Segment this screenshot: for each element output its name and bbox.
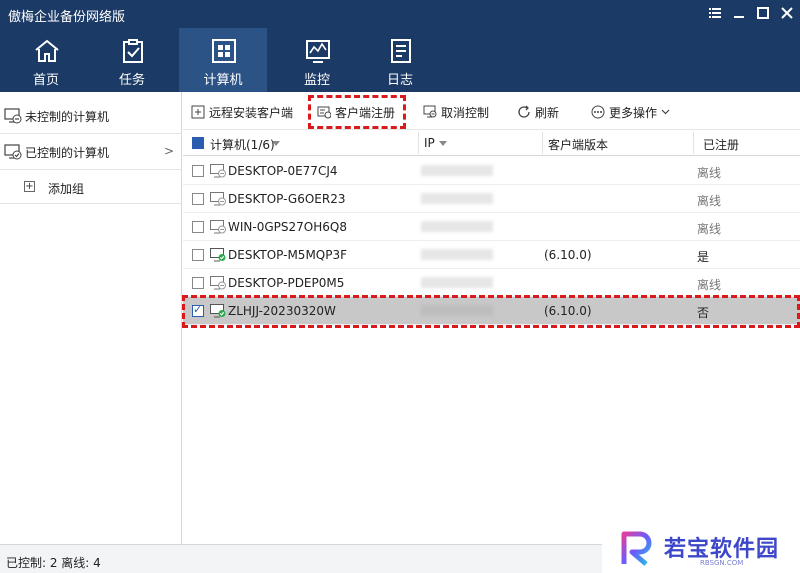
row-checkbox[interactable] xyxy=(192,221,204,233)
tab-monitor-label: 监控 xyxy=(303,73,330,88)
title-bar: 傲梅企业备份网络版 xyxy=(0,0,800,28)
col-ip[interactable]: IP xyxy=(424,136,435,150)
computer-name: WIN-0GPS27OH6Q8 xyxy=(228,220,347,234)
more-dots-icon xyxy=(591,105,605,119)
ip-address-redacted xyxy=(421,193,493,204)
tab-task-label: 任务 xyxy=(118,73,145,88)
computer-offline-icon xyxy=(210,276,226,290)
computer-name: DESKTOP-PDEP0M5 xyxy=(228,276,345,290)
refresh-button[interactable]: 刷新 xyxy=(517,102,559,122)
column-divider[interactable] xyxy=(418,132,419,154)
close-icon[interactable] xyxy=(778,4,796,22)
table-row[interactable]: DESKTOP-M5MQP3F (6.10.0) 是 xyxy=(183,241,800,269)
sidebar-item-label: 未控制的计算机 xyxy=(25,110,110,124)
remote-install-button[interactable]: 远程安装客户端 xyxy=(191,102,293,122)
col-client-version[interactable]: 客户端版本 xyxy=(548,136,608,153)
minimize-icon[interactable] xyxy=(730,4,748,22)
chevron-right-icon[interactable]: > xyxy=(164,144,174,158)
highlight-selected-row xyxy=(182,295,800,328)
computer-minus-icon xyxy=(423,105,437,118)
chevron-down-icon xyxy=(661,109,670,115)
registered-status: 离线 xyxy=(697,166,722,180)
sidebar-item-uncontrolled[interactable]: 未控制的计算机 xyxy=(0,98,182,134)
table-header: 计算机(1/6) IP 客户端版本 已注册 xyxy=(183,130,800,156)
ip-address-redacted xyxy=(421,277,493,288)
select-all-checkbox[interactable] xyxy=(192,137,204,149)
tab-home-label: 首页 xyxy=(32,73,59,88)
computer-minus-icon xyxy=(4,108,22,124)
column-divider[interactable] xyxy=(693,132,694,154)
tab-home[interactable]: 首页 xyxy=(2,28,90,92)
computer-offline-icon xyxy=(210,164,226,178)
sidebar-item-label: 已控制的计算机 xyxy=(25,146,110,160)
home-icon xyxy=(35,39,59,62)
computer-online-icon xyxy=(210,248,226,262)
tab-log-label: 日志 xyxy=(386,73,413,88)
computer-name: DESKTOP-0E77CJ4 xyxy=(228,164,338,178)
maximize-icon[interactable] xyxy=(754,4,772,22)
more-actions-label: 更多操作 xyxy=(609,105,658,120)
computer-check-icon xyxy=(4,144,22,160)
refresh-icon xyxy=(518,105,530,118)
table-row[interactable]: DESKTOP-PDEP0M5 离线 xyxy=(183,269,800,297)
sidebar-item-controlled[interactable]: 已控制的计算机 > xyxy=(0,134,182,170)
plus-icon: + xyxy=(24,181,35,192)
sort-down-icon[interactable] xyxy=(439,141,447,146)
computer-offline-icon xyxy=(210,220,226,234)
computer-name: DESKTOP-M5MQP3F xyxy=(228,248,348,262)
registered-status: 离线 xyxy=(697,194,722,208)
row-checkbox[interactable] xyxy=(192,165,204,177)
watermark-logo-icon xyxy=(621,531,652,566)
add-group-button[interactable]: + 添加组 xyxy=(0,170,182,204)
app-title: 傲梅企业备份网络版 xyxy=(8,10,126,25)
row-checkbox[interactable] xyxy=(192,277,204,289)
tab-computer[interactable]: 计算机 xyxy=(179,28,267,92)
row-checkbox[interactable] xyxy=(192,249,204,261)
remote-install-label: 远程安装客户端 xyxy=(209,105,294,120)
toolbar: 远程安装客户端 客户端注册 取消控制 刷新 更多操作 xyxy=(183,92,800,130)
more-actions-button[interactable]: 更多操作 xyxy=(591,102,670,122)
computer-offline-icon xyxy=(210,192,226,206)
refresh-label: 刷新 xyxy=(535,105,560,120)
row-checkbox[interactable] xyxy=(192,193,204,205)
windows-icon xyxy=(212,39,236,63)
sort-down-icon[interactable] xyxy=(272,141,280,146)
ip-address-redacted xyxy=(421,249,493,260)
table-row[interactable]: DESKTOP-G6OER23 离线 xyxy=(183,185,800,213)
registered-status: 离线 xyxy=(697,222,722,236)
tab-computer-label: 计算机 xyxy=(203,73,243,88)
menu-icon[interactable] xyxy=(706,4,724,22)
computer-group-panel: 未控制的计算机 已控制的计算机 > + 添加组 xyxy=(0,92,182,544)
monitor-chart-icon xyxy=(306,40,330,63)
highlight-client-register xyxy=(308,95,406,129)
watermark: 若宝软件园 RBSGN.COM xyxy=(602,526,800,573)
table-row[interactable]: DESKTOP-0E77CJ4 离线 xyxy=(183,157,800,185)
install-icon xyxy=(191,105,205,119)
col-computer[interactable]: 计算机(1/6) xyxy=(210,136,275,153)
status-text: 已控制: 2 离线: 4 xyxy=(6,556,101,570)
registered-status: 离线 xyxy=(697,278,722,292)
window-controls xyxy=(706,4,796,22)
ip-address-redacted xyxy=(421,221,493,232)
cancel-control-button[interactable]: 取消控制 xyxy=(423,102,489,122)
watermark-subtext: RBSGN.COM xyxy=(700,559,744,567)
tab-monitor[interactable]: 监控 xyxy=(273,28,361,92)
main-nav: 首页 任务 计算机 监控 日志 xyxy=(0,28,800,92)
column-divider[interactable] xyxy=(542,132,543,154)
task-clipboard-icon xyxy=(123,39,143,63)
registered-status: 是 xyxy=(697,250,710,264)
tab-task[interactable]: 任务 xyxy=(88,28,176,92)
computer-name: DESKTOP-G6OER23 xyxy=(228,192,346,206)
tab-log[interactable]: 日志 xyxy=(356,28,444,92)
col-registered[interactable]: 已注册 xyxy=(703,136,739,153)
table-row[interactable]: WIN-0GPS27OH6Q8 离线 xyxy=(183,213,800,241)
client-version: (6.10.0) xyxy=(544,248,592,262)
add-group-label: 添加组 xyxy=(48,182,85,196)
cancel-control-label: 取消控制 xyxy=(441,105,490,120)
log-icon xyxy=(391,39,411,63)
ip-address-redacted xyxy=(421,165,493,176)
